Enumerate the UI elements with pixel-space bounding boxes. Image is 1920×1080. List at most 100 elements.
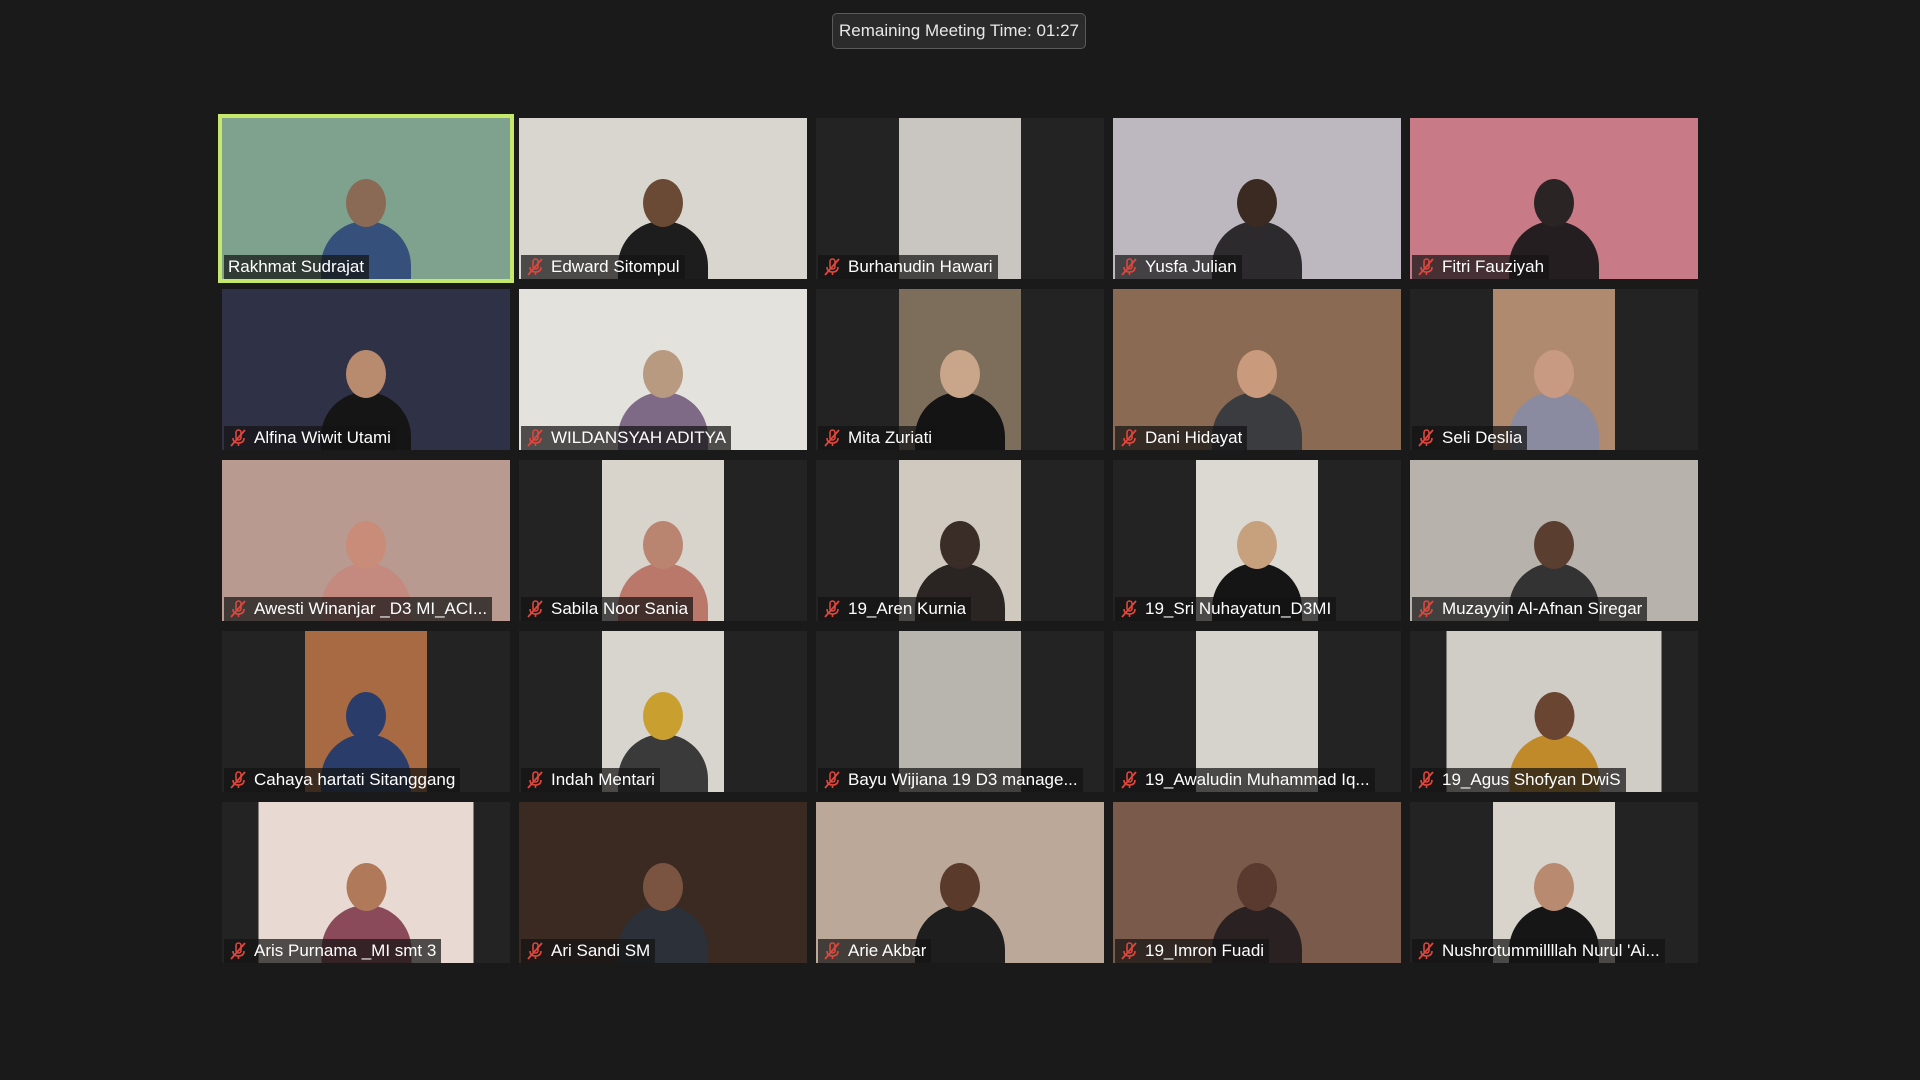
participant-name-label: Dani Hidayat	[1115, 426, 1248, 450]
participant-name: WILDANSYAH ADITYA	[551, 428, 727, 447]
participant-tile[interactable]: Ari Sandi SM	[519, 802, 807, 963]
participant-name: Awesti Winanjar _D3 MI_ACI...	[254, 599, 488, 618]
participant-tile[interactable]: Yusfa Julian	[1113, 118, 1401, 279]
participant-name: Edward Sitompul	[551, 257, 680, 276]
participant-name: Mita Zuriati	[848, 428, 933, 447]
participant-name: Cahaya hartati Sitanggang	[254, 770, 456, 789]
gallery-grid: Rakhmat Sudrajat Edward Sitompul Burhanudi…	[218, 114, 1698, 963]
participant-name-label: Seli Deslia	[1412, 426, 1528, 450]
participant-tile[interactable]: 19_Awaludin Muhammad Iq...	[1113, 631, 1401, 792]
participant-name-label: 19_Sri Nuhayatun_D3MI	[1115, 597, 1337, 621]
muted-microphone-icon	[1418, 600, 1434, 618]
participant-name: Dani Hidayat	[1145, 428, 1243, 447]
participant-name-label: Nushrotummillllah Nurul 'Ai...	[1412, 939, 1665, 963]
muted-microphone-icon	[824, 429, 840, 447]
participant-tile[interactable]: 19_Aren Kurnia	[816, 460, 1104, 621]
participant-name: 19_Aren Kurnia	[848, 599, 967, 618]
muted-microphone-icon	[824, 258, 840, 276]
participant-name-label: Burhanudin Hawari	[818, 255, 998, 279]
participant-name-label: 19_Agus Shofyan DwiS	[1412, 768, 1626, 792]
participant-name: Aris Purnama _MI smt 3	[254, 941, 437, 960]
participant-tile[interactable]: Burhanudin Hawari	[816, 118, 1104, 279]
participant-tile[interactable]: 19_Imron Fuadi	[1113, 802, 1401, 963]
participant-tile[interactable]: Alfina Wiwit Utami	[222, 289, 510, 450]
participant-name-label: Alfina Wiwit Utami	[224, 426, 396, 450]
participant-tile[interactable]: Bayu Wijiana 19 D3 manage...	[816, 631, 1104, 792]
participant-tile[interactable]: Muzayyin Al-Afnan Siregar	[1410, 460, 1698, 621]
participant-tile[interactable]: Aris Purnama _MI smt 3	[222, 802, 510, 963]
muted-microphone-icon	[1121, 771, 1137, 789]
participant-name: Alfina Wiwit Utami	[254, 428, 391, 447]
muted-microphone-icon	[824, 600, 840, 618]
participant-name-label: Rakhmat Sudrajat	[224, 255, 370, 279]
muted-microphone-icon	[527, 771, 543, 789]
participant-tile[interactable]: Seli Deslia	[1410, 289, 1698, 450]
participant-name: 19_Imron Fuadi	[1145, 941, 1265, 960]
participant-tile[interactable]: Indah Mentari	[519, 631, 807, 792]
participant-tile[interactable]: WILDANSYAH ADITYA	[519, 289, 807, 450]
participant-tile[interactable]: Sabila Noor Sania	[519, 460, 807, 621]
muted-microphone-icon	[527, 942, 543, 960]
meeting-window: Remaining Meeting Time: 01:27 Rakhmat Su…	[0, 0, 1920, 1080]
participant-name: Indah Mentari	[551, 770, 655, 789]
participant-tile[interactable]: Mita Zuriati	[816, 289, 1104, 450]
participant-name-label: Awesti Winanjar _D3 MI_ACI...	[224, 597, 493, 621]
muted-microphone-icon	[1418, 942, 1434, 960]
participant-name-label: Fitri Fauziyah	[1412, 255, 1550, 279]
muted-microphone-icon	[230, 771, 246, 789]
muted-microphone-icon	[824, 942, 840, 960]
muted-microphone-icon	[1418, 771, 1434, 789]
participant-name-label: Cahaya hartati Sitanggang	[224, 768, 461, 792]
participant-name: Bayu Wijiana 19 D3 manage...	[848, 770, 1078, 789]
participant-name-label: Arie Akbar	[818, 939, 932, 963]
muted-microphone-icon	[1121, 258, 1137, 276]
participant-name: Ari Sandi SM	[551, 941, 651, 960]
muted-microphone-icon	[230, 600, 246, 618]
participant-tile[interactable]: Rakhmat Sudrajat	[218, 114, 514, 283]
participant-name-label: Ari Sandi SM	[521, 939, 656, 963]
participant-name: 19_Awaludin Muhammad Iq...	[1145, 770, 1370, 789]
participant-name-label: 19_Awaludin Muhammad Iq...	[1115, 768, 1375, 792]
muted-microphone-icon	[1121, 942, 1137, 960]
participant-name-label: Yusfa Julian	[1115, 255, 1242, 279]
participant-name: Arie Akbar	[848, 941, 927, 960]
participant-tile[interactable]: Cahaya hartati Sitanggang	[222, 631, 510, 792]
muted-microphone-icon	[1121, 600, 1137, 618]
muted-microphone-icon	[1418, 429, 1434, 447]
participant-tile[interactable]: Awesti Winanjar _D3 MI_ACI...	[222, 460, 510, 621]
participant-tile[interactable]: 19_Agus Shofyan DwiS	[1410, 631, 1698, 792]
participant-tile[interactable]: Fitri Fauziyah	[1410, 118, 1698, 279]
participant-name: Nushrotummillllah Nurul 'Ai...	[1442, 941, 1660, 960]
participant-name-label: 19_Imron Fuadi	[1115, 939, 1270, 963]
muted-microphone-icon	[230, 429, 246, 447]
muted-microphone-icon	[527, 258, 543, 276]
participant-tile[interactable]: Arie Akbar	[816, 802, 1104, 963]
muted-microphone-icon	[824, 771, 840, 789]
participant-tile[interactable]: Edward Sitompul	[519, 118, 807, 279]
remaining-meeting-time: Remaining Meeting Time: 01:27	[832, 13, 1086, 49]
participant-name-label: Mita Zuriati	[818, 426, 938, 450]
participant-name-label: Bayu Wijiana 19 D3 manage...	[818, 768, 1083, 792]
participant-name: Burhanudin Hawari	[848, 257, 993, 276]
muted-microphone-icon	[527, 600, 543, 618]
participant-name-label: Edward Sitompul	[521, 255, 685, 279]
participant-tile[interactable]: Dani Hidayat	[1113, 289, 1401, 450]
participant-name: 19_Sri Nuhayatun_D3MI	[1145, 599, 1332, 618]
participant-name-label: 19_Aren Kurnia	[818, 597, 972, 621]
participant-name: Yusfa Julian	[1145, 257, 1237, 276]
participant-tile[interactable]: Nushrotummillllah Nurul 'Ai...	[1410, 802, 1698, 963]
participant-name: Rakhmat Sudrajat	[228, 257, 365, 276]
participant-name: Sabila Noor Sania	[551, 599, 689, 618]
participant-name: Fitri Fauziyah	[1442, 257, 1545, 276]
participant-name-label: Sabila Noor Sania	[521, 597, 694, 621]
muted-microphone-icon	[1121, 429, 1137, 447]
participant-name-label: WILDANSYAH ADITYA	[521, 426, 732, 450]
participant-name-label: Indah Mentari	[521, 768, 660, 792]
muted-microphone-icon	[230, 942, 246, 960]
participant-name: Seli Deslia	[1442, 428, 1523, 447]
participant-name: 19_Agus Shofyan DwiS	[1442, 770, 1621, 789]
participant-name-label: Muzayyin Al-Afnan Siregar	[1412, 597, 1648, 621]
participant-name: Muzayyin Al-Afnan Siregar	[1442, 599, 1643, 618]
muted-microphone-icon	[1418, 258, 1434, 276]
participant-tile[interactable]: 19_Sri Nuhayatun_D3MI	[1113, 460, 1401, 621]
